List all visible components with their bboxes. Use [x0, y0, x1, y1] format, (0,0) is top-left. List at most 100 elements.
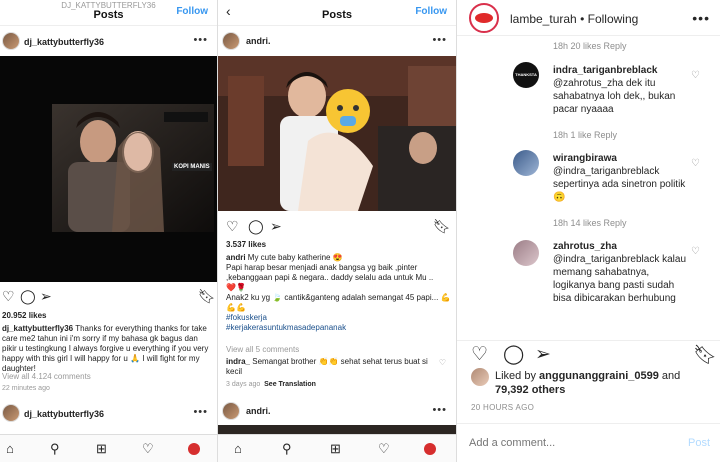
bookmark-icon[interactable]: 🔖︎ [693, 343, 717, 367]
activity-heart-icon[interactable]: ♡ [142, 441, 154, 457]
comment-item: zahrotus_zha @indra_tariganbreblack kala… [457, 238, 720, 338]
more-options-icon[interactable]: ••• [193, 406, 208, 418]
home-icon[interactable]: ⌂ [6, 441, 14, 456]
caption-text: Papi harap besar menjadi anak bangsa yg … [226, 263, 434, 282]
avatar[interactable] [2, 32, 20, 50]
profile-avatar-icon[interactable] [424, 443, 436, 455]
caption-hearts: ❤️🌹 [226, 283, 246, 292]
activity-heart-icon[interactable]: ♡ [378, 441, 390, 457]
post-username[interactable]: andri. [246, 36, 271, 46]
comment-heart-icon[interactable]: ♡ [439, 358, 446, 368]
comment-text-block: indra_tariganbreblack @zahrotus_zha dek … [553, 64, 693, 116]
comment-item: THANKSTA indra_tariganbreblack @zahrotus… [457, 62, 720, 144]
comment-meta[interactable]: 18h 1 like Reply [553, 130, 617, 140]
see-translation-link[interactable]: See Translation [264, 381, 316, 388]
avatar[interactable] [222, 32, 240, 50]
avatar[interactable] [2, 404, 20, 422]
more-options-icon[interactable]: ••• [432, 34, 447, 46]
comment-text: @zahrotus_zha dek itu sahabatnya loh dek… [553, 78, 676, 115]
heart-icon[interactable]: ♡ [471, 343, 488, 366]
preview-comment: indra_ Semangat brother 👏👏 sehat sehat t… [226, 357, 438, 377]
watermark-label: KOPI MANIS [172, 163, 212, 171]
commenter-avatar[interactable]: THANKSTA [513, 62, 539, 88]
post-username[interactable]: dj_kattybutterfly36 [24, 37, 104, 47]
caption-username[interactable]: andri [226, 253, 246, 262]
middle-post-screen: ‹ Posts Follow andri. ••• ♡ ◯ ➢ 🔖︎ 3.537… [218, 0, 457, 462]
middle-post-photo[interactable] [218, 56, 456, 211]
share-icon[interactable]: ➢ [270, 219, 282, 233]
comment-icon[interactable]: ◯ [503, 343, 524, 366]
view-all-comments-link[interactable]: View all 4.124 comments [2, 372, 91, 382]
left-post-photo[interactable]: KOPI MANIS [0, 56, 217, 282]
comment-heart-icon[interactable]: ♡ [691, 158, 700, 169]
liked-by-username[interactable]: anggunanggraini_0599 [539, 370, 659, 382]
comment-text: @indra_tariganbreblack sepertinya ada si… [553, 166, 686, 203]
commenter-avatar[interactable] [513, 240, 539, 266]
comment-meta: 18h 20 likes Reply [553, 41, 627, 51]
comment-heart-icon[interactable]: ♡ [691, 70, 700, 81]
view-all-comments-link[interactable]: View all 5 comments [226, 345, 299, 355]
comment-meta[interactable]: 18h 14 likes Reply [553, 218, 627, 228]
middle-post-header: andri. ••• [218, 28, 456, 54]
caption-username[interactable]: dj_kattybutterfly36 [2, 324, 73, 333]
likes-count[interactable]: 20.952 likes [2, 311, 46, 321]
next-post-header: andri. ••• [218, 398, 456, 424]
new-post-icon[interactable]: ⊞ [330, 441, 341, 457]
likes-count[interactable]: 3.537 likes [226, 240, 266, 250]
more-options-icon[interactable]: ••• [432, 404, 447, 416]
share-icon[interactable]: ➢ [535, 343, 551, 366]
home-icon[interactable]: ⌂ [234, 441, 242, 456]
left-follow-button[interactable]: Follow [176, 6, 208, 17]
bottom-nav: ⌂ ⚲ ⊞ ♡ [218, 434, 456, 462]
comment-text: @indra_tariganbreblack kalau memang saha… [553, 254, 687, 304]
account-username[interactable]: lambe_turah [510, 12, 577, 26]
following-button[interactable]: Following [588, 12, 639, 26]
liked-by-others-link[interactable]: 79,392 others [495, 384, 565, 396]
middle-follow-button[interactable]: Follow [415, 6, 447, 17]
commenter-username[interactable]: zahrotus_zha [553, 241, 617, 252]
left-action-row: ♡ ◯ ➢ 🔖︎ [0, 289, 217, 307]
post-caption: andri My cute baby katherine 😍 Papi hara… [226, 253, 452, 333]
post-caption: dj_kattybutterfly36 Thanks for everythin… [2, 324, 214, 374]
avatar[interactable] [222, 402, 240, 420]
comment-icon[interactable]: ◯ [20, 289, 36, 303]
middle-header: ‹ Posts Follow [218, 0, 456, 26]
caption-line-2: Anak2 ku yg 🍃 cantik&ganteng adalah sema… [226, 293, 451, 312]
bookmark-icon[interactable]: 🔖︎ [433, 219, 451, 233]
post-comment-button[interactable]: Post [688, 437, 710, 449]
share-icon[interactable]: ➢ [40, 289, 52, 303]
comment-icon[interactable]: ◯ [248, 219, 264, 233]
commenter-username[interactable]: indra_tariganbreblack [553, 65, 657, 76]
post-time: 3 days ago [226, 381, 261, 388]
commenter-username[interactable]: wirangbirawa [553, 153, 617, 164]
comment-username[interactable]: indra_ [226, 357, 250, 366]
liker-avatar[interactable] [471, 368, 489, 386]
new-post-icon[interactable]: ⊞ [96, 441, 107, 457]
comment-heart-icon[interactable]: ♡ [691, 246, 700, 257]
more-options-icon[interactable]: ••• [692, 10, 710, 26]
add-comment-input[interactable] [469, 434, 669, 452]
left-post-screen: DJ_KATTYBUTTERFLY36 Posts Follow dj_katt… [0, 0, 218, 462]
father-baby-photo [218, 56, 456, 211]
heart-icon[interactable]: ♡ [226, 219, 239, 233]
next-post-username[interactable]: andri. [246, 406, 271, 416]
post-action-row: ♡ ◯ ➢ 🔖︎ [457, 340, 720, 366]
heart-icon[interactable]: ♡ [2, 289, 15, 303]
hashtag-link[interactable]: #fokuskerja [226, 313, 267, 322]
add-comment-bar: Post [457, 423, 720, 462]
profile-avatar-icon[interactable] [188, 443, 200, 455]
post-time: 22 minutes ago [2, 385, 50, 392]
liked-by-prefix: Liked by [495, 370, 540, 382]
account-avatar[interactable] [469, 3, 499, 33]
bottom-nav: ⌂ ⚲ ⊞ ♡ [0, 434, 217, 462]
avatar-badge-text: THANKSTA [515, 72, 537, 77]
hashtag-link[interactable]: #kerjakerasuntukmasadepananak [226, 323, 346, 332]
comment-item: wirangbirawa @indra_tariganbreblack sepe… [457, 150, 720, 230]
search-icon[interactable]: ⚲ [50, 441, 60, 457]
commenter-avatar[interactable] [513, 150, 539, 176]
more-options-icon[interactable]: ••• [193, 34, 208, 46]
bookmark-icon[interactable]: 🔖︎ [198, 289, 216, 303]
liked-by-line: Liked by anggunanggraini_0599 and 79,392… [495, 369, 715, 397]
next-post-username[interactable]: dj_kattybutterfly36 [24, 409, 104, 419]
search-icon[interactable]: ⚲ [282, 441, 292, 457]
